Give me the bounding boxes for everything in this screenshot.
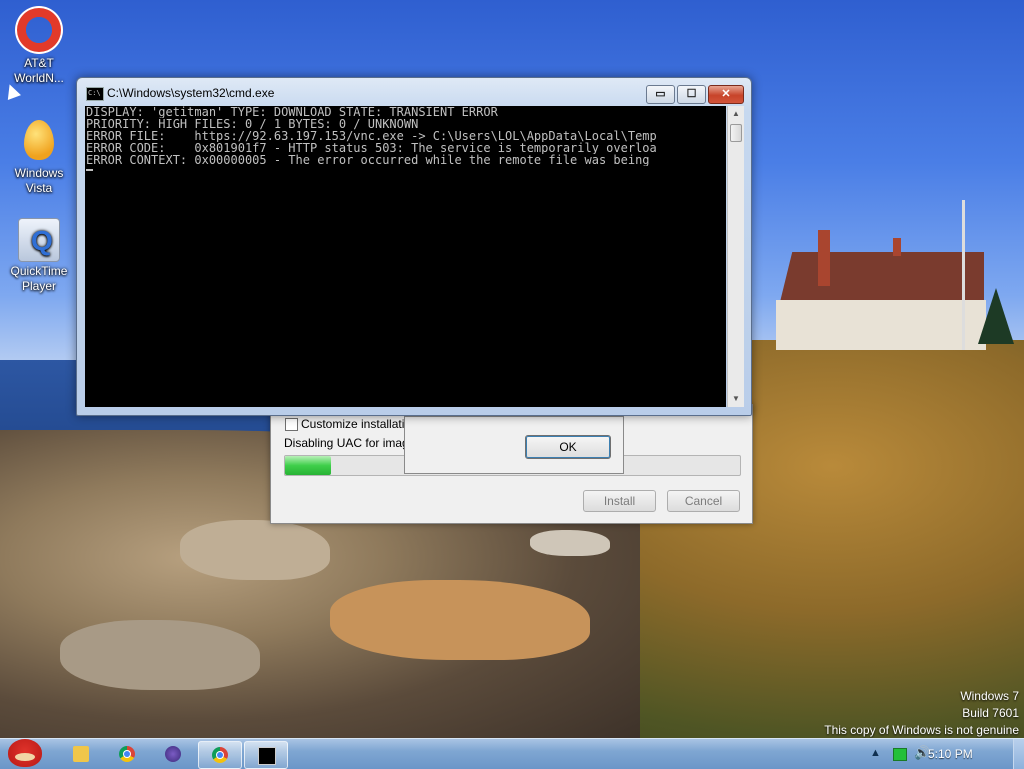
- minimize-icon: ▭: [655, 88, 666, 100]
- taskbar-cmd[interactable]: [244, 741, 288, 769]
- quicktime-icon: [18, 218, 60, 262]
- watermark-build: Build 7601: [962, 706, 1019, 720]
- desktop-icon-label: AT&T: [24, 56, 54, 70]
- minimize-button[interactable]: ▭: [646, 85, 675, 104]
- show-desktop-button[interactable]: [1013, 739, 1024, 769]
- scroll-up-icon[interactable]: ▲: [728, 106, 744, 122]
- desktop-icon-label: QuickTime: [10, 264, 68, 278]
- install-button[interactable]: Install: [583, 490, 656, 512]
- app-icon: [165, 746, 181, 762]
- egg-icon: [15, 116, 63, 164]
- taskbar-explorer[interactable]: [60, 741, 102, 767]
- chrome-icon: [212, 747, 228, 763]
- network-icon[interactable]: [893, 748, 907, 761]
- wallpaper-boulder: [530, 530, 610, 556]
- scrollbar-thumb[interactable]: [730, 124, 742, 142]
- desktop-icon-label: Windows: [14, 166, 64, 180]
- console-line: DISPLAY: 'getitman' TYPE: DOWNLOAD STATE…: [86, 106, 498, 118]
- desktop-icon-label: Vista: [25, 181, 53, 195]
- wallpaper-chimney: [893, 238, 901, 256]
- maximize-button[interactable]: ☐: [677, 85, 706, 104]
- desktop-icon-label: Player: [21, 279, 56, 293]
- folder-icon: [73, 746, 89, 762]
- cancel-button[interactable]: Cancel: [667, 490, 740, 512]
- taskbar-chrome[interactable]: [106, 741, 148, 767]
- customize-installation-checkbox[interactable]: [285, 418, 298, 431]
- scroll-down-icon[interactable]: ▼: [728, 391, 744, 407]
- message-box: OK: [404, 416, 624, 474]
- cmd-icon: [258, 747, 276, 765]
- console-line: ERROR FILE: https://92.63.197.153/vnc.ex…: [86, 130, 657, 142]
- wallpaper-boulder: [60, 620, 260, 690]
- console-line: ERROR CONTEXT: 0x00000005 - The error oc…: [86, 154, 650, 166]
- close-button[interactable]: ✕: [708, 85, 744, 104]
- wallpaper-boulder: [330, 580, 590, 660]
- close-icon: ✕: [721, 88, 731, 100]
- console-output[interactable]: DISPLAY: 'getitman' TYPE: DOWNLOAD STATE…: [85, 106, 726, 407]
- console-line: ERROR CODE: 0x801901f7 - HTTP status 503…: [86, 142, 657, 154]
- taskbar: ▲ 🔊 5:10 PM: [0, 738, 1024, 769]
- desktop-icon-quicktime-player[interactable]: QuickTime Player: [0, 218, 78, 294]
- desktop: AT&T WorldN... Windows Vista QuickTime P…: [0, 0, 1024, 738]
- cmd-window[interactable]: C:\Windows\system32\cmd.exe ▭ ☐ ✕ DISPLA…: [76, 77, 752, 416]
- customize-installation-label: Customize installation: [301, 417, 418, 431]
- wallpaper-house-roof: [780, 252, 984, 302]
- chrome-icon: [119, 746, 135, 762]
- wallpaper-tree: [978, 288, 1014, 344]
- installer-progress-fill: [285, 456, 331, 475]
- start-button[interactable]: [2, 731, 48, 769]
- taskbar-clock[interactable]: 5:10 PM: [928, 747, 973, 761]
- wallpaper-flagpole: [962, 200, 965, 350]
- watermark-os: Windows 7: [960, 689, 1019, 703]
- wallpaper-house: [776, 300, 986, 350]
- lifebuoy-icon: [15, 6, 63, 54]
- installer-status-text: Disabling UAC for image n: [284, 436, 404, 450]
- angry-bird-icon: [8, 739, 42, 767]
- vertical-scrollbar[interactable]: ▲ ▼: [727, 106, 744, 407]
- cmd-icon: [86, 87, 104, 101]
- console-line: PRIORITY: HIGH FILES: 0 / 1 BYTES: 0 / U…: [86, 118, 419, 130]
- watermark-genuine: This copy of Windows is not genuine: [824, 723, 1019, 737]
- window-title: C:\Windows\system32\cmd.exe: [107, 86, 275, 100]
- text-cursor: [86, 169, 93, 171]
- maximize-icon: ☐: [686, 88, 697, 100]
- desktop-icon-att-worldnet[interactable]: AT&T WorldN...: [0, 6, 78, 86]
- windows-watermark: Windows 7 Build 7601 This copy of Window…: [824, 688, 1019, 738]
- tray-expand-icon[interactable]: ▲: [870, 747, 881, 759]
- wallpaper-boulder: [180, 520, 330, 580]
- wallpaper-chimney: [818, 230, 830, 286]
- taskbar-chrome-active[interactable]: [198, 741, 242, 769]
- taskbar-app[interactable]: [152, 741, 194, 767]
- desktop-icon-windows-vista[interactable]: Windows Vista: [0, 116, 78, 196]
- ok-button[interactable]: OK: [525, 435, 611, 459]
